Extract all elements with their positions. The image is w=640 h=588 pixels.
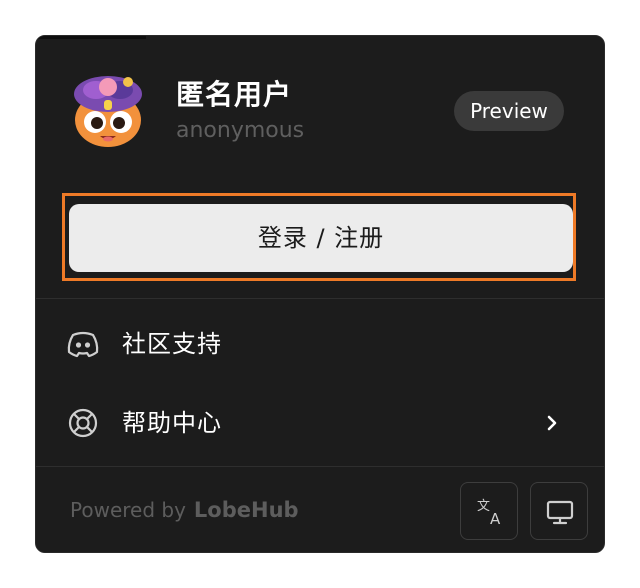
powered-by-text: Powered by LobeHub [70,498,299,522]
cartoon-face-avatar-icon[interactable] [70,72,146,148]
powered-by-label: Powered by [70,498,186,522]
monitor-icon [546,500,574,525]
svg-text:A: A [490,510,501,528]
preview-badge: Preview [454,91,564,131]
user-header: 匿名用户 anonymous Preview [36,36,604,196]
translate-icon: 文 A [477,499,501,528]
language-button[interactable]: 文 A [460,482,518,540]
lifebuoy-icon [68,408,98,438]
menu-label-community-support: 社区支持 [122,330,222,358]
user-handle: anonymous [176,118,305,143]
menu-item-help-center[interactable]: 帮助中心 [36,393,604,453]
menu-item-community-support[interactable]: 社区支持 [36,314,604,374]
chevron-right-icon [547,415,557,431]
svg-text:文: 文 [477,499,490,514]
divider-bottom [36,466,604,467]
discord-icon [67,331,99,358]
user-name: 匿名用户 [176,78,293,111]
menu-label-help-center: 帮助中心 [122,409,222,437]
theme-display-button[interactable] [530,482,588,540]
brand-logo-text[interactable]: LobeHub [194,498,299,522]
login-register-button[interactable]: 登录 / 注册 [69,204,573,272]
user-panel: 匿名用户 anonymous Preview 登录 / 注册 社区支持 帮助中心… [35,35,605,553]
divider-top [36,298,604,299]
